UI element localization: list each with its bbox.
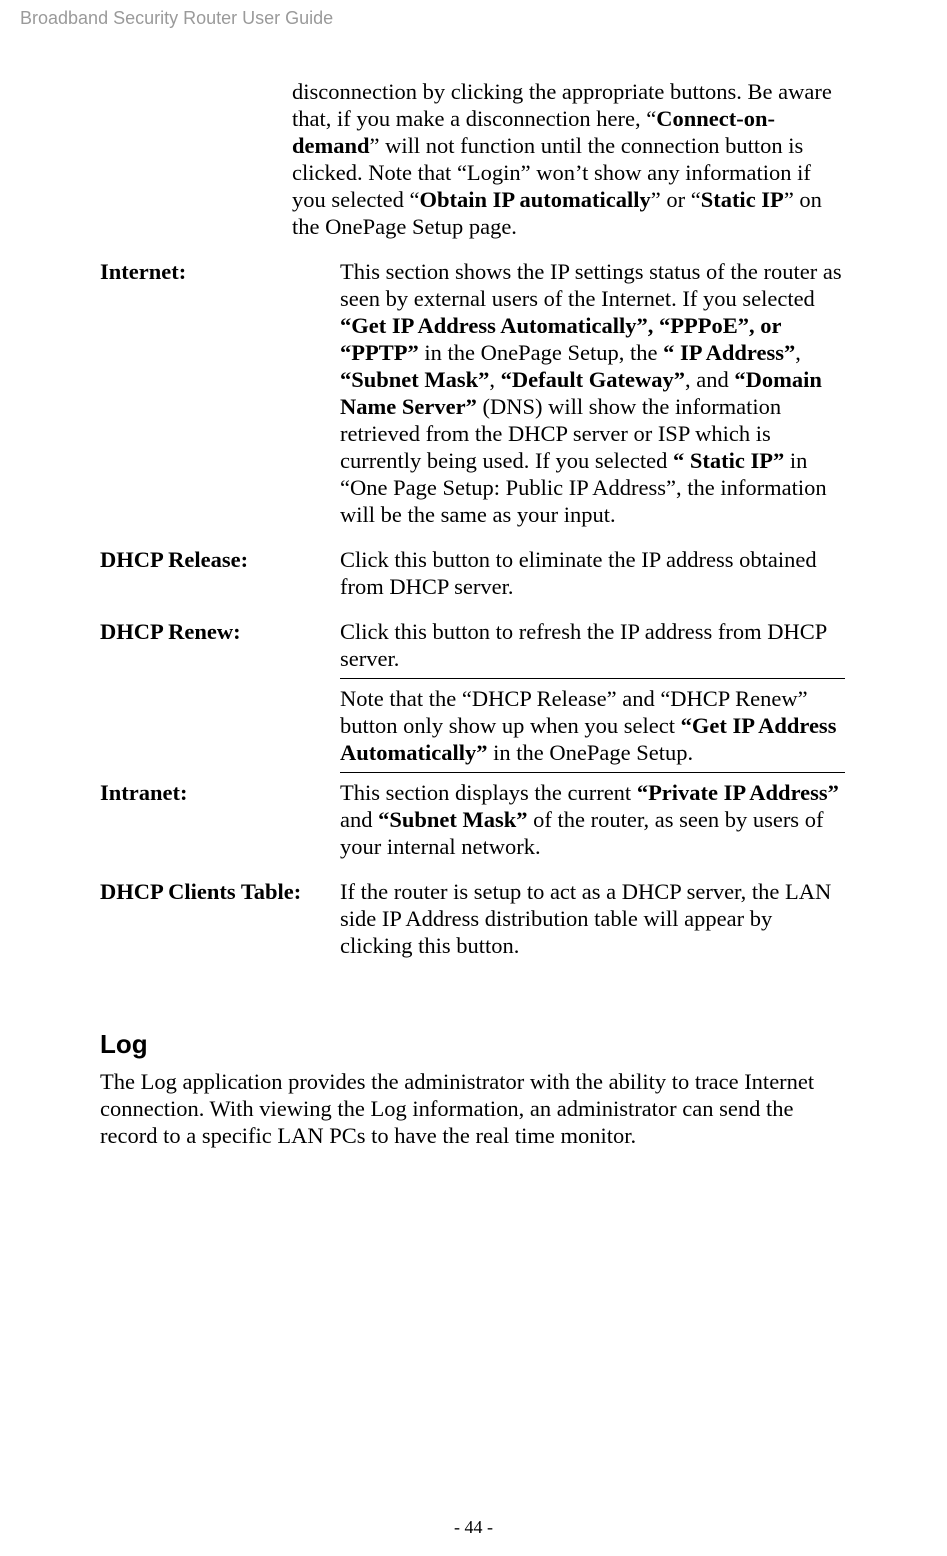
label-internet: Internet: [100,258,340,528]
bold-text: “Default Gateway” [501,367,685,392]
text: , and [685,367,734,392]
page-number: - 44 - [0,1517,947,1538]
text: , [489,367,500,392]
desc-dhcp-renew: Click this button to refresh the IP addr… [340,618,845,672]
text: in the OnePage Setup. [487,740,693,765]
doc-header: Broadband Security Router User Guide [20,8,333,29]
bold-text: “ IP Address” [663,340,795,365]
text: , [795,340,801,365]
log-heading: Log [100,1029,845,1060]
text: in the OnePage Setup, the [419,340,663,365]
label-dhcp-clients: DHCP Clients Table: [100,878,340,959]
row-dhcp-release: DHCP Release: Click this button to elimi… [100,546,845,600]
text: and [340,807,378,832]
label-dhcp-renew: DHCP Renew: [100,618,340,672]
log-body: The Log application provides the adminis… [100,1068,845,1149]
text: This section displays the current [340,780,637,805]
bold-text: “Subnet Mask” [340,367,489,392]
note-block: Note that the “DHCP Release” and “DHCP R… [340,678,845,773]
row-dhcp-renew: DHCP Renew: Click this button to refresh… [100,618,845,672]
desc-dhcp-release: Click this button to eliminate the IP ad… [340,546,845,600]
desc-internet: This section shows the IP settings statu… [340,258,845,528]
desc-intranet: This section displays the current “Priva… [340,779,845,860]
intro-paragraph: disconnection by clicking the appropriat… [292,78,845,240]
bold-text: “Private IP Address” [637,780,839,805]
row-dhcp-clients: DHCP Clients Table: If the router is set… [100,878,845,959]
desc-dhcp-clients: If the router is setup to act as a DHCP … [340,878,845,959]
bold-text: Obtain IP automatically [419,187,650,212]
bold-text: Static IP [701,187,784,212]
page: Broadband Security Router User Guide dis… [0,0,947,1556]
note-inner: Note that the “DHCP Release” and “DHCP R… [340,678,845,773]
text: This section shows the IP settings statu… [340,259,842,311]
log-section: Log The Log application provides the adm… [100,1029,845,1149]
label-intranet: Intranet: [100,779,340,860]
label-dhcp-release: DHCP Release: [100,546,340,600]
row-internet: Internet: This section shows the IP sett… [100,258,845,528]
bold-text: “ Static IP” [673,448,784,473]
row-intranet: Intranet: This section displays the curr… [100,779,845,860]
content-area: disconnection by clicking the appropriat… [100,78,845,1149]
bold-text: “Subnet Mask” [378,807,527,832]
text: ” or “ [651,187,701,212]
